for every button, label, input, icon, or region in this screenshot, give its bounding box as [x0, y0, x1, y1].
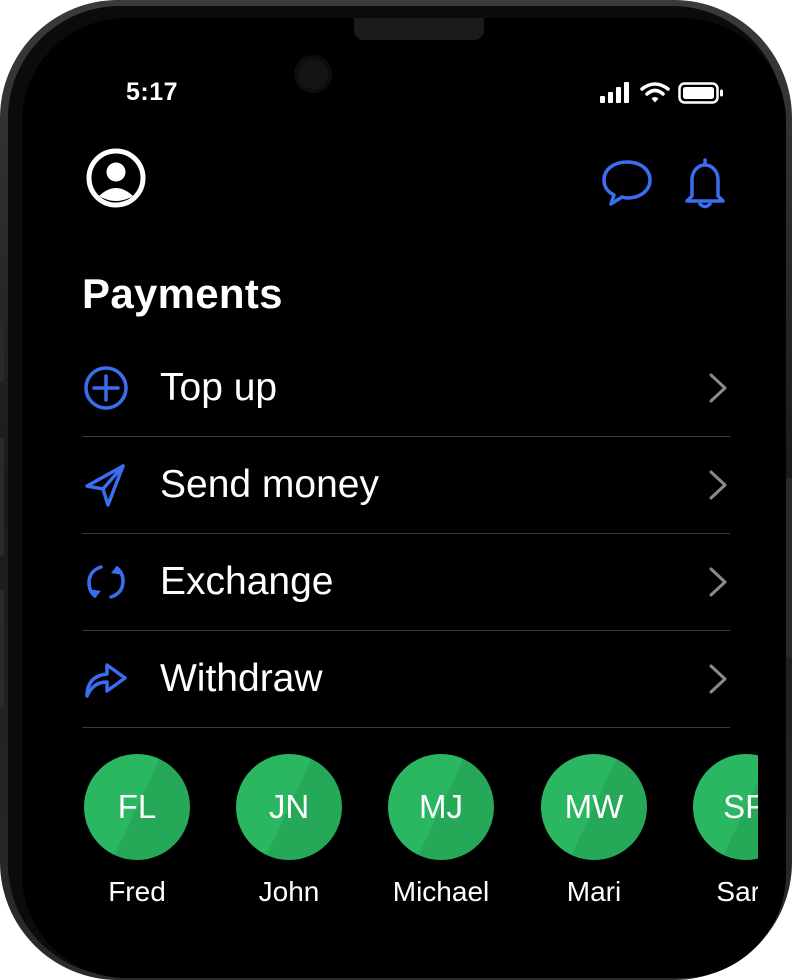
side-button [0, 590, 4, 708]
battery-icon [678, 82, 723, 104]
status-icons [600, 82, 724, 104]
wifi-icon [640, 82, 670, 103]
profile-icon[interactable] [86, 148, 146, 208]
contact-name: Mari [566, 876, 622, 907]
contact-item[interactable]: JN John [234, 754, 344, 908]
side-button [0, 322, 4, 382]
contact-name: Michael [392, 876, 490, 907]
menu-item-send-money[interactable]: Send money [82, 437, 730, 534]
chevron-right-icon [709, 470, 727, 500]
side-button [786, 478, 792, 658]
menu-item-label: Send money [160, 463, 379, 506]
chat-icon[interactable] [600, 158, 654, 208]
forward-arrow-icon [82, 655, 130, 703]
contact-name: John [258, 876, 320, 907]
notch [354, 18, 484, 40]
menu-item-top-up[interactable]: Top up [82, 340, 730, 437]
contact-name: Sara [716, 876, 758, 907]
side-button [0, 438, 4, 556]
camera [294, 55, 332, 93]
avatar: FL [84, 754, 190, 860]
menu-item-label: Top up [160, 366, 278, 409]
contact-name: Fred [108, 876, 166, 907]
contact-item[interactable]: MW Mari [539, 754, 649, 908]
menu-item-label: Withdraw [160, 657, 323, 700]
contact-item[interactable]: SR Sara [691, 754, 758, 908]
menu-item-exchange[interactable]: Exchange [82, 534, 730, 631]
menu-item-withdraw[interactable]: Withdraw [82, 631, 730, 728]
avatar: JN [236, 754, 342, 860]
avatar: SR [693, 754, 758, 860]
avatar: MW [541, 754, 647, 860]
bell-icon[interactable] [680, 156, 730, 210]
payments-menu: Top up Send money Exchange Withdraw [82, 340, 730, 728]
chevron-right-icon [709, 373, 727, 403]
status-time: 5:17 [126, 78, 179, 106]
page-title: Payments [82, 270, 283, 317]
plus-circle-icon [82, 364, 130, 412]
phone-bezel: 5:17 Payments Top up Send money Exchange… [8, 6, 786, 978]
phone-frame: 5:17 Payments Top up Send money Exchange… [0, 0, 792, 980]
chevron-right-icon [709, 664, 727, 694]
contact-item[interactable]: MJ Michael [386, 754, 496, 908]
signal-icon [600, 82, 629, 103]
exchange-icon [82, 558, 130, 606]
contact-item[interactable]: FL Fred [82, 754, 192, 908]
avatar: MJ [388, 754, 494, 860]
menu-item-label: Exchange [160, 560, 334, 603]
app-screen: 5:17 Payments Top up Send money Exchange… [22, 18, 786, 978]
contacts-carousel[interactable]: FL Fred JN John MJ Michael MW Mari SR Sa… [82, 754, 758, 934]
send-icon [82, 461, 130, 509]
chevron-right-icon [709, 567, 727, 597]
